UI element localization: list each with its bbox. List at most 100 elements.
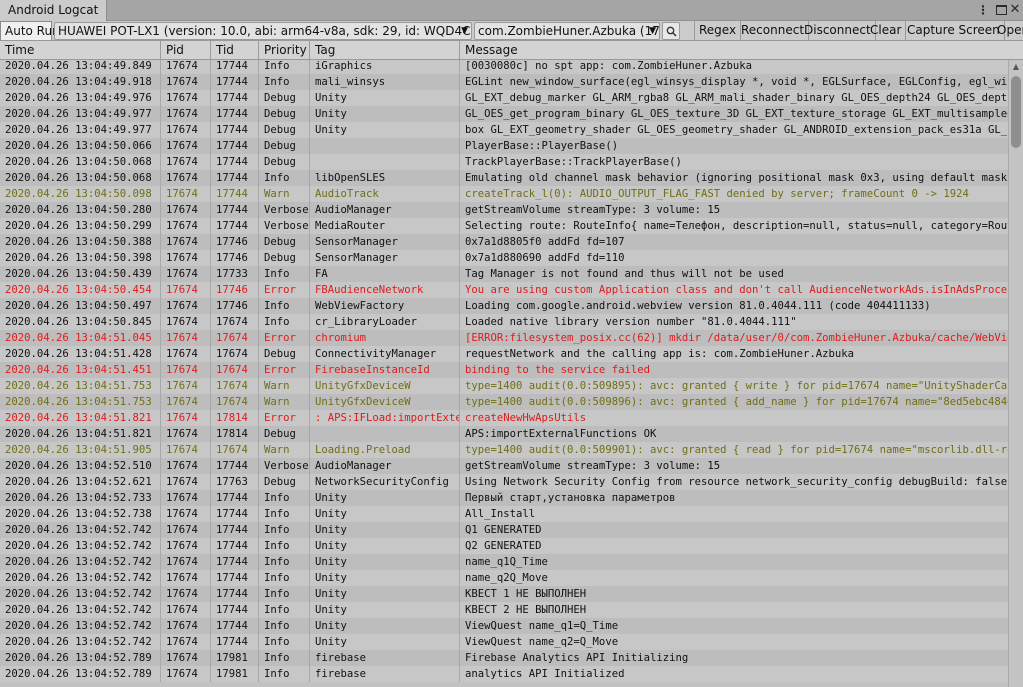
log-row[interactable]: 2020.04.26 13:04:52.789 17674 17981 Info fir…	[0, 650, 1008, 666]
log-row[interactable]: 2020.04.26 13:04:51.045 17674 17674 Error ch…	[0, 330, 1008, 346]
column-header-time[interactable]: Time	[0, 41, 161, 60]
package-dropdown[interactable]: com.ZombieHuner.Azbuka (17674) ▼	[474, 22, 660, 40]
log-pid-cell: 17674	[161, 426, 211, 442]
close-icon[interactable]: ✕	[1007, 2, 1023, 18]
log-row[interactable]: 2020.04.26 13:04:52.742 17674 17744 Info Uni…	[0, 586, 1008, 602]
scroll-up-icon[interactable]: ▲	[1009, 60, 1023, 74]
log-row[interactable]: 2020.04.26 13:04:49.977 17674 17744 Debug Un…	[0, 122, 1008, 138]
log-row[interactable]: 2020.04.26 13:04:50.439 17674 17733 Info FA T…	[0, 266, 1008, 282]
log-row[interactable]: 2020.04.26 13:04:52.738 17674 17744 Info Uni…	[0, 506, 1008, 522]
log-row[interactable]: 2020.04.26 13:04:50.299 17674 17744 Verbose…	[0, 218, 1008, 234]
log-row[interactable]: 2020.04.26 13:04:52.742 17674 17744 Info Uni…	[0, 570, 1008, 586]
log-row[interactable]: 2020.04.26 13:04:52.742 17674 17744 Info Uni…	[0, 554, 1008, 570]
log-priority-cell: Debug	[259, 474, 310, 490]
log-row[interactable]: 2020.04.26 13:04:50.068 17674 17744 Debug Tr…	[0, 154, 1008, 170]
log-row[interactable]: 2020.04.26 13:04:50.845 17674 17674 Info cr_…	[0, 314, 1008, 330]
log-row[interactable]: 2020.04.26 13:04:49.977 17674 17744 Debug Un…	[0, 106, 1008, 122]
log-row[interactable]: 2020.04.26 13:04:51.428 17674 17674 Debug Co…	[0, 346, 1008, 362]
log-row[interactable]: 2020.04.26 13:04:50.398 17674 17746 Debug Se…	[0, 250, 1008, 266]
log-row[interactable]: 2020.04.26 13:04:52.742 17674 17744 Info Uni…	[0, 602, 1008, 618]
log-time-cell: 2020.04.26 13:04:52.742	[0, 522, 161, 538]
log-time-cell: 2020.04.26 13:04:52.742	[0, 538, 161, 554]
log-priority-cell: Debug	[259, 346, 310, 362]
log-pid-cell: 17674	[161, 586, 211, 602]
column-header-message[interactable]: Message	[460, 41, 1023, 60]
log-row[interactable]: 2020.04.26 13:04:52.510 17674 17744 Verbose…	[0, 458, 1008, 474]
log-row[interactable]: 2020.04.26 13:04:50.454 17674 17746 Error FB…	[0, 282, 1008, 298]
log-row[interactable]: 2020.04.26 13:04:52.733 17674 17744 Info Uni…	[0, 490, 1008, 506]
log-tag-cell: AudioManager	[310, 202, 460, 218]
log-row[interactable]: 2020.04.26 13:04:52.742 17674 17744 Info Uni…	[0, 618, 1008, 634]
log-list[interactable]: 2020.04.26 13:04:49.849 17674 17744 Info iGr…	[0, 60, 1008, 687]
log-pid-cell: 17674	[161, 538, 211, 554]
log-pid-cell: 17674	[161, 234, 211, 250]
clear-button[interactable]: Clear	[866, 21, 907, 40]
log-message-cell: Using Network Security Config from resou…	[465, 476, 1008, 488]
log-time-cell: 2020.04.26 13:04:52.789	[0, 666, 161, 682]
log-row[interactable]: 2020.04.26 13:04:50.388 17674 17746 Debug Se…	[0, 234, 1008, 250]
column-header-priority[interactable]: Priority	[259, 41, 310, 60]
log-row[interactable]: 2020.04.26 13:04:51.821 17674 17814 Error: …	[0, 410, 1008, 426]
log-row[interactable]: 2020.04.26 13:04:51.451 17674 17674 Error Fi…	[0, 362, 1008, 378]
log-message-cell: Firebase Analytics API Initializing	[465, 652, 689, 664]
reconnect-button[interactable]: Reconnect	[737, 21, 810, 40]
log-row[interactable]: 2020.04.26 13:04:50.068 17674 17744 Info lib…	[0, 170, 1008, 186]
log-row[interactable]: 2020.04.26 13:04:50.497 17674 17746 Info Web…	[0, 298, 1008, 314]
log-row[interactable]: 2020.04.26 13:04:49.918 17674 17744 Info mal…	[0, 74, 1008, 90]
log-message-cell: type=1400 audit(0.0:509895): avc: grante…	[465, 380, 1008, 392]
disconnect-button[interactable]: Disconnect	[800, 21, 876, 40]
window-tab[interactable]: Android Logcat	[0, 0, 108, 21]
open-button[interactable]: Open	[993, 21, 1023, 40]
log-pid-cell: 17674	[161, 330, 211, 346]
kebab-menu-icon[interactable]: ⋮	[975, 2, 991, 18]
log-row[interactable]: 2020.04.26 13:04:52.789 17674 17981 Info fir…	[0, 666, 1008, 682]
log-pid-cell: 17674	[161, 666, 211, 682]
log-priority-cell: Info	[259, 298, 310, 314]
capture-screen-button[interactable]: Capture Screen	[903, 21, 1005, 40]
log-priority-cell: Info	[259, 522, 310, 538]
log-row[interactable]: 2020.04.26 13:04:51.821 17674 17814 Debug AP…	[0, 426, 1008, 442]
log-pid-cell: 17674	[161, 410, 211, 426]
scroll-thumb[interactable]	[1011, 76, 1021, 148]
log-row[interactable]: 2020.04.26 13:04:50.066 17674 17744 Debug Pl…	[0, 138, 1008, 154]
log-row[interactable]: 2020.04.26 13:04:51.753 17674 17674 Warn Uni…	[0, 394, 1008, 410]
log-priority-cell: Debug	[259, 138, 310, 154]
column-header-tid[interactable]: Tid	[211, 41, 259, 60]
device-dropdown[interactable]: HUAWEI POT-LX1 (version: 10.0, abi: arm6…	[54, 22, 472, 40]
log-priority-cell: Info	[259, 60, 310, 74]
window-title: Android Logcat	[8, 3, 99, 17]
log-row[interactable]: 2020.04.26 13:04:50.280 17674 17744 Verbose…	[0, 202, 1008, 218]
log-tag-cell: Unity	[310, 602, 460, 618]
auto-run-toggle[interactable]: Auto Run	[0, 21, 60, 40]
log-priority-cell: Debug	[259, 106, 310, 122]
log-time-cell: 2020.04.26 13:04:52.742	[0, 618, 161, 634]
log-message-cell: [0030080c] no spt app: com.ZombieHuner.A…	[465, 60, 753, 72]
log-row[interactable]: 2020.04.26 13:04:49.849 17674 17744 Info iGr…	[0, 60, 1008, 74]
log-pid-cell: 17674	[161, 650, 211, 666]
log-priority-cell: Error	[259, 410, 310, 426]
log-row[interactable]: 2020.04.26 13:04:50.098 17674 17744 Warn Aud…	[0, 186, 1008, 202]
log-row[interactable]: 2020.04.26 13:04:52.621 17674 17763 Debug Ne…	[0, 474, 1008, 490]
log-tid-cell: 17744	[211, 170, 259, 186]
log-row[interactable]: 2020.04.26 13:04:52.742 17674 17744 Info Uni…	[0, 522, 1008, 538]
vertical-scrollbar[interactable]: ▲	[1008, 60, 1023, 687]
log-priority-cell: Verbose	[259, 202, 310, 218]
log-row[interactable]: 2020.04.26 13:04:49.976 17674 17744 Debug Un…	[0, 90, 1008, 106]
regex-toggle[interactable]: Regex	[694, 21, 742, 40]
log-row[interactable]: 2020.04.26 13:04:51.905 17674 17674 Warn Loa…	[0, 442, 1008, 458]
log-priority-cell: Info	[259, 74, 310, 90]
log-priority-cell: Error	[259, 362, 310, 378]
column-header-tag[interactable]: Tag	[310, 41, 460, 60]
log-pid-cell: 17674	[161, 266, 211, 282]
log-tid-cell: 17744	[211, 218, 259, 234]
log-tid-cell: 17744	[211, 138, 259, 154]
log-priority-cell: Debug	[259, 90, 310, 106]
log-priority-cell: Debug	[259, 250, 310, 266]
log-row[interactable]: 2020.04.26 13:04:51.753 17674 17674 Warn Uni…	[0, 378, 1008, 394]
log-message-cell: [ERROR:filesystem_posix.cc(62)] mkdir /d…	[465, 332, 1008, 344]
column-header-pid[interactable]: Pid	[161, 41, 211, 60]
log-row[interactable]: 2020.04.26 13:04:52.742 17674 17744 Info Uni…	[0, 538, 1008, 554]
log-tag-cell: Unity	[310, 90, 460, 106]
search-button[interactable]	[662, 22, 680, 40]
log-row[interactable]: 2020.04.26 13:04:52.742 17674 17744 Info Uni…	[0, 634, 1008, 650]
